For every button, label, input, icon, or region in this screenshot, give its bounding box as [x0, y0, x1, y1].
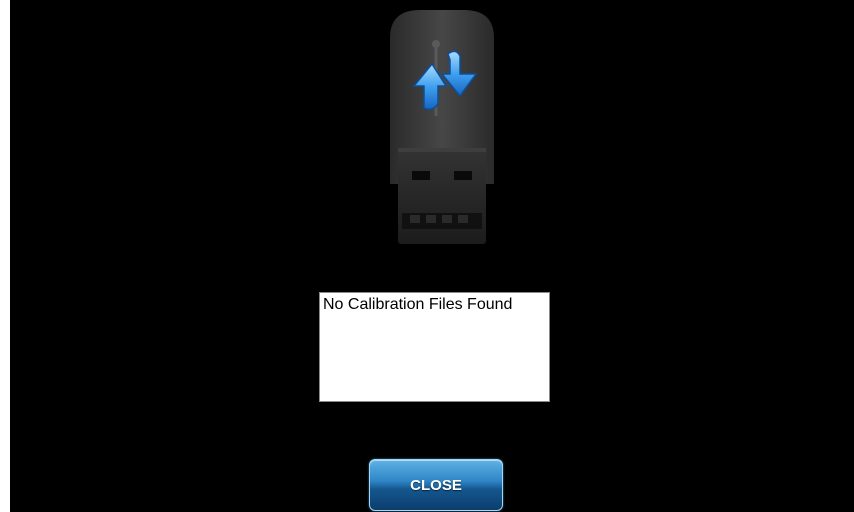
usb-sync-icon: [390, 10, 494, 244]
usb-calibration-screen: No Calibration Files Found CLOSE: [10, 0, 854, 512]
file-list-item: No Calibration Files Found: [323, 296, 513, 313]
calibration-file-list[interactable]: No Calibration Files Found: [319, 292, 550, 402]
close-button[interactable]: CLOSE: [369, 459, 503, 511]
